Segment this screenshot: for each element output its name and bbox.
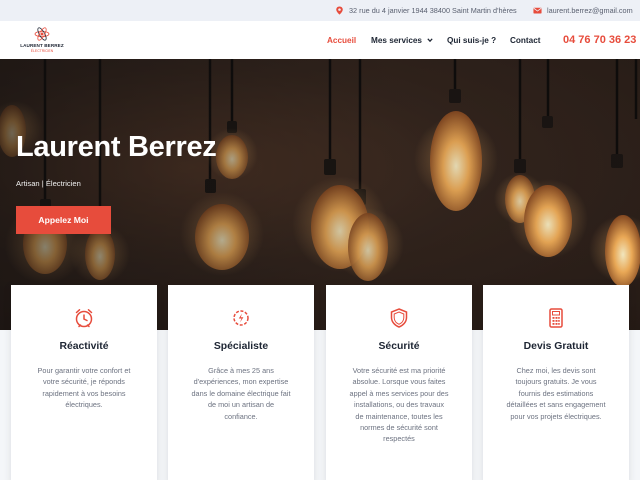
feature-card-securite: Sécurité Votre sécurité est ma priorité … <box>326 285 472 480</box>
map-pin-icon <box>336 6 343 15</box>
feature-title: Sécurité <box>378 341 420 352</box>
atom-logo-icon <box>34 27 50 41</box>
phone-number[interactable]: 04 76 70 36 23 <box>563 21 636 59</box>
power-gear-icon <box>233 310 249 326</box>
feature-title: Réactivité <box>59 341 109 352</box>
feature-card-specialiste: Spécialiste Grâce à mes 25 ans d'expérie… <box>168 285 314 480</box>
feature-text: Votre sécurité est ma priorité absolue. … <box>349 366 449 444</box>
hero-subtitle: Artisan | Électricien <box>16 179 81 188</box>
feature-title: Spécialiste <box>213 341 269 352</box>
chevron-down-icon <box>427 38 433 43</box>
top-info-bar: 32 rue du 4 janvier 1944 38400 Saint Mar… <box>0 0 640 21</box>
nav-home[interactable]: Accueil <box>327 21 356 59</box>
email-text[interactable]: laurent.berrez@gmail.com <box>547 6 633 15</box>
feature-text: Grâce à mes 25 ans d'expériences, mon ex… <box>191 366 291 421</box>
envelope-icon <box>533 7 542 14</box>
feature-card-reactivite: Réactivité Pour garantir votre confort e… <box>11 285 157 480</box>
logo-tagline: ÉLECTRICIEN <box>30 49 54 53</box>
calculator-icon <box>549 308 563 328</box>
nav-services[interactable]: Mes services <box>371 21 433 59</box>
feature-text: Pour garantir votre confort et votre séc… <box>37 366 131 410</box>
nav-services-label: Mes services <box>371 35 422 45</box>
call-me-button[interactable]: Appelez Moi <box>16 206 111 234</box>
hero-title: Laurent Berrez <box>16 131 217 163</box>
feature-text: Chez moi, les devis sont toujours gratui… <box>506 366 606 421</box>
alarm-clock-icon <box>75 309 93 328</box>
logo-name: LAURENT BERREZ <box>20 43 64 48</box>
feature-title: Devis Gratuit <box>523 341 589 352</box>
nav-contact[interactable]: Contact <box>510 21 540 59</box>
address-info: 32 rue du 4 janvier 1944 38400 Saint Mar… <box>335 0 517 21</box>
address-text: 32 rue du 4 janvier 1944 38400 Saint Mar… <box>349 6 517 15</box>
email-info[interactable]: laurent.berrez@gmail.com <box>533 0 633 21</box>
site-logo[interactable]: LAURENT BERREZ ÉLECTRICIEN <box>20 25 64 55</box>
site-header: LAURENT BERREZ ÉLECTRICIEN Accueil Mes s… <box>0 21 640 59</box>
shield-icon <box>390 308 408 328</box>
nav-about[interactable]: Qui suis-je ? <box>447 21 496 59</box>
feature-card-devis: Devis Gratuit Chez moi, les devis sont t… <box>483 285 629 480</box>
